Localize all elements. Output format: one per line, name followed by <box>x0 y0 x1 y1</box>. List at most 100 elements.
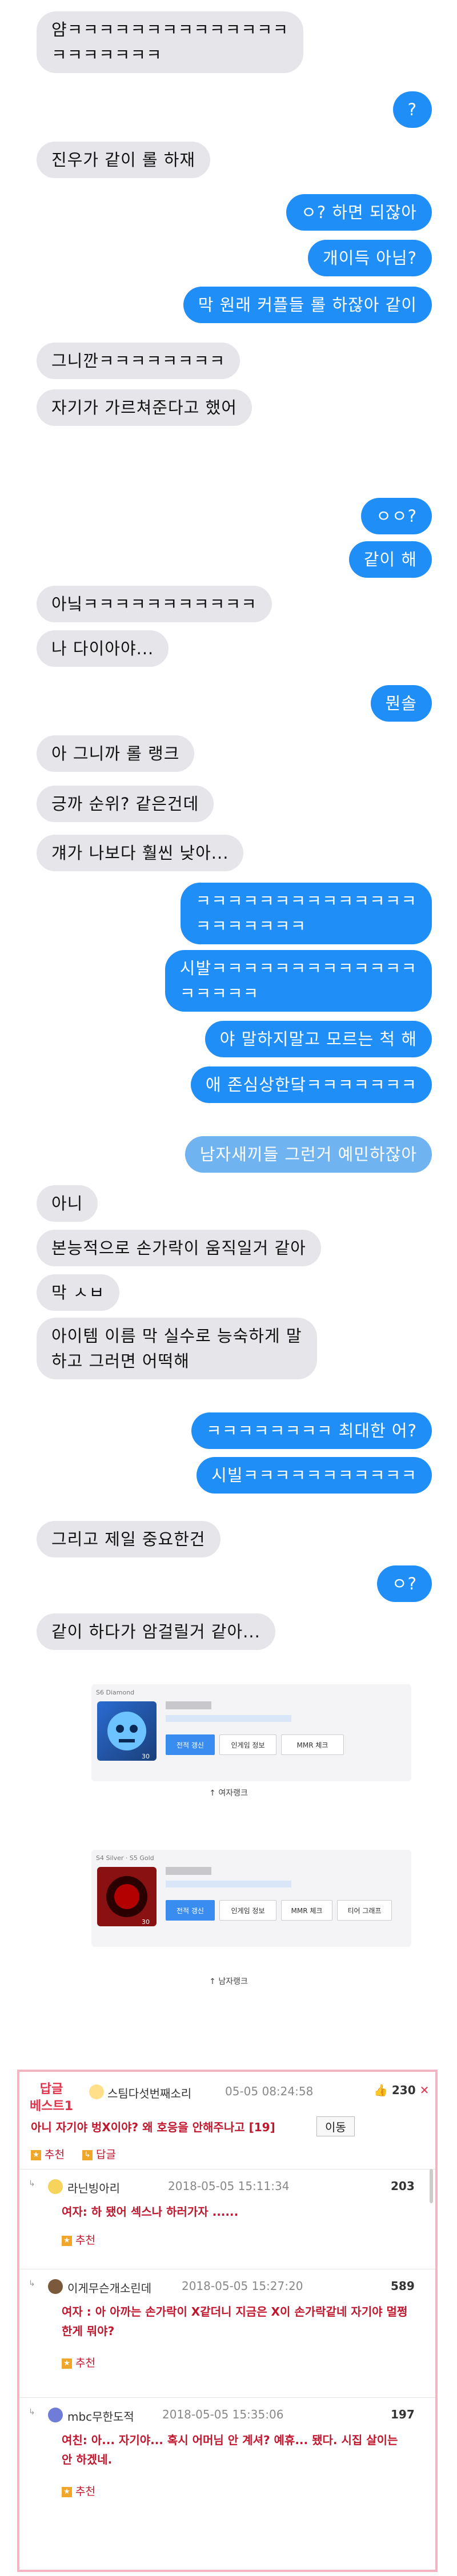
comment-nick[interactable]: mbc무한도적 <box>67 2408 134 2424</box>
mmr-check-button[interactable]: MMR 체크 <box>281 1734 344 1755</box>
recommend-icon: ★ <box>31 2150 41 2160</box>
ingame-info-button[interactable]: 인게임 정보 <box>219 1900 276 1921</box>
outgoing-message-bubble: ㅇ? <box>376 1565 432 1602</box>
outgoing-message-bubble: 뭔솔 <box>370 685 432 722</box>
comment-nick[interactable]: 이게무슨개소린데 <box>67 2279 151 2296</box>
message-line: ㅋㅋㅋㅋㅋㅋㅋ <box>51 45 162 65</box>
caption-male-rank: ↑ 남자랭크 <box>209 1977 248 1986</box>
ladder-bar <box>166 1715 291 1722</box>
recommend-action[interactable]: ★ 추천 <box>62 2232 95 2247</box>
refresh-button[interactable]: 전적 갱신 <box>166 1900 215 1921</box>
profile-name-bar <box>166 1701 211 1709</box>
message-line: ㅋㅋㅋㅋㅋㅋㅋ <box>195 916 307 936</box>
incoming-message-bubble: 막 ㅅㅂ <box>37 1274 120 1311</box>
ladder-bar <box>166 1881 291 1887</box>
outgoing-message-bubble: ㅇㅇ? <box>361 498 432 534</box>
outgoing-message-bubble: ? <box>392 91 432 128</box>
incoming-message-bubble: 진우가 같이 롤 하재 <box>37 142 211 178</box>
outgoing-message-bubble: 개이득 아님? <box>307 240 432 276</box>
comment-row: ↳ 이게무슨개소린데 2018-05-05 15:27:20 589 여자 : … <box>19 2275 435 2394</box>
incoming-message-bubble: 얌ㅋㅋㅋㅋㅋㅋㅋㅋㅋㅋㅋㅋㅋㅋ ㅋㅋㅋㅋㅋㅋㅋ <box>37 11 304 73</box>
thumbs-up-icon: 👍 <box>374 2083 388 2097</box>
champion-avatar <box>97 1867 157 1926</box>
reply-arrow-icon: ↳ <box>29 2179 35 2188</box>
level-label: 30 <box>142 1918 150 1926</box>
avatar <box>48 2408 63 2422</box>
outgoing-message-bubble: 애 존심상한닼ㅋㅋㅋㅋㅋㅋㅋ <box>190 1066 432 1103</box>
best-reply-action[interactable]: ↳ 답글 <box>82 2146 116 2162</box>
reply-arrow-icon: ↳ <box>29 2279 35 2288</box>
incoming-message-bubble: 그리고 제일 중요한건 <box>37 1521 221 1557</box>
tier-graph-button[interactable]: 티어 그래프 <box>337 1900 392 1921</box>
best-nick[interactable]: 스팀다섯번째소리 <box>107 2084 191 2101</box>
mmr-check-button[interactable]: MMR 체크 <box>281 1900 332 1921</box>
outgoing-message-bubble: 시빌ㅋㅋㅋㅋㅋㅋㅋㅋㅋㅋㅋ <box>197 1457 432 1494</box>
reply-icon: ↳ <box>82 2150 93 2160</box>
message-line: 얌ㅋㅋㅋㅋㅋㅋㅋㅋㅋㅋㅋㅋㅋㅋ <box>51 20 289 39</box>
champion-emblem-icon <box>106 1876 147 1917</box>
comment-date: 2018-05-05 15:35:06 <box>162 2408 284 2421</box>
recommend-label: 추천 <box>75 2485 95 2498</box>
rank-card-female: S6 Diamond 30 전적 갱신 인게임 정보 MMR 체크 <box>91 1684 411 1781</box>
message-line: ㅋㅋㅋㅋㅋ <box>179 984 259 1003</box>
outgoing-message-bubble: 시발ㅋㅋㅋㅋㅋㅋㅋㅋㅋㅋㅋㅋㅋ ㅋㅋㅋㅋㅋ <box>165 950 432 1012</box>
message-line: 아이템 이름 막 실수로 능숙하게 말 <box>51 1326 302 1346</box>
best-recommend-action[interactable]: ★ 추천 <box>31 2146 65 2162</box>
outgoing-message-bubble: 남자새끼들 그런거 예민하잖아 <box>185 1136 432 1173</box>
divider <box>19 2169 435 2170</box>
incoming-message-bubble: 아 그니까 롤 랭크 <box>37 735 195 772</box>
rank-card-male: S4 Silver · S5 Gold 30 전적 갱신 인게임 정보 MMR … <box>91 1850 411 1947</box>
refresh-button[interactable]: 전적 갱신 <box>166 1734 215 1755</box>
outgoing-message-bubble: 야 말하지말고 모르는 척 해 <box>205 1021 432 1057</box>
avatar <box>48 2179 63 2194</box>
reply-label: 답글 <box>96 2148 116 2161</box>
best-score: 👍 230 ✕ <box>374 2083 429 2097</box>
comment-nick[interactable]: 라닌빙아리 <box>67 2179 120 2196</box>
recommend-icon: ★ <box>62 2235 72 2246</box>
message-line: 시발ㅋㅋㅋㅋㅋㅋㅋㅋㅋㅋㅋㅋㅋ <box>179 959 417 978</box>
best-score-value: 230 <box>391 2083 416 2097</box>
incoming-message-bubble: 아이템 이름 막 실수로 능숙하게 말하고 그러면 어떡해 <box>37 1318 317 1379</box>
comment-score: 203 <box>391 2179 415 2193</box>
comment-row: ↳ 라닌빙아리 2018-05-05 15:11:34 203 여자: 하 됐어… <box>19 2175 435 2266</box>
incoming-message-bubble: 긍까 순위? 같은건데 <box>37 786 214 822</box>
best-date: 05-05 08:24:58 <box>225 2084 314 2098</box>
ingame-info-button[interactable]: 인게임 정보 <box>219 1734 276 1755</box>
message-line: 하고 그러면 어떡해 <box>51 1351 190 1371</box>
incoming-message-bubble: 같이 하다가 암걸릴거 같아... <box>37 1613 275 1650</box>
reply-arrow-icon: ↳ <box>29 2408 35 2417</box>
outgoing-message-bubble: ㅇ? 하면 되잖아 <box>286 194 432 231</box>
avatar <box>48 2279 63 2294</box>
close-icon[interactable]: ✕ <box>420 2083 430 2097</box>
avatar <box>89 2084 104 2099</box>
recommend-label: 추천 <box>45 2148 65 2161</box>
tier-tag: S6 Diamond <box>96 1689 135 1696</box>
outgoing-message-bubble: ㅋㅋㅋㅋㅋㅋㅋㅋ 최대한 어? <box>191 1412 432 1449</box>
recommend-label: 추천 <box>75 2357 95 2369</box>
incoming-message-bubble: 본능적으로 손가락이 움직일거 같아 <box>37 1230 321 1266</box>
outgoing-message-bubble: 막 원래 커플들 롤 하잖아 같이 <box>183 287 432 323</box>
recommend-label: 추천 <box>75 2234 95 2247</box>
comment-row: ↳ mbc무한도적 2018-05-05 15:35:06 197 여친: 아.… <box>19 2403 435 2529</box>
recommend-action[interactable]: ★ 추천 <box>62 2483 95 2498</box>
best-label-line2: 베스트1 <box>29 2099 74 2114</box>
incoming-message-bubble: 걔가 나보다 훨씬 낮아... <box>37 835 244 871</box>
outgoing-message-bubble: ㅋㅋㅋㅋㅋㅋㅋㅋㅋㅋㅋㅋㅋㅋ ㅋㅋㅋㅋㅋㅋㅋ <box>181 883 432 944</box>
divider <box>19 2397 435 2398</box>
incoming-message-bubble: 나 다이아야... <box>37 630 169 667</box>
comment-score: 589 <box>391 2279 415 2293</box>
incoming-message-bubble: 아닠ㅋㅋㅋㅋㅋㅋㅋㅋㅋㅋㅋ <box>37 586 272 622</box>
comment-text: 여친: 아... 자기야... 혹시 어머님 안 계셔? 예휴... 됐다. 시… <box>62 2433 398 2466</box>
champion-avatar <box>97 1701 157 1761</box>
best-comment-label: 답글 베스트1 <box>26 2081 77 2115</box>
comment-section: 답글 베스트1 스팀다섯번째소리 05-05 08:24:58 👍 230 ✕ … <box>17 2070 438 2572</box>
recommend-action[interactable]: ★ 추천 <box>62 2354 95 2370</box>
recommend-icon: ★ <box>62 2358 72 2369</box>
comment-text: 여자: 하 됐어 섹스나 하러가자 ...... <box>62 2205 239 2219</box>
message-line: ㅋㅋㅋㅋㅋㅋㅋㅋㅋㅋㅋㅋㅋㅋ <box>195 891 417 911</box>
comment-date: 2018-05-05 15:27:20 <box>182 2279 303 2293</box>
caption-female-rank: ↑ 여자랭크 <box>209 1789 248 1798</box>
champion-face-icon <box>107 1712 146 1750</box>
comment-text: 여자 : 아 아까는 손가락이 X같더니 지금은 X이 손가락같네 자기야 멀쩡… <box>62 2305 408 2338</box>
move-button[interactable]: 이동 <box>316 2116 355 2136</box>
